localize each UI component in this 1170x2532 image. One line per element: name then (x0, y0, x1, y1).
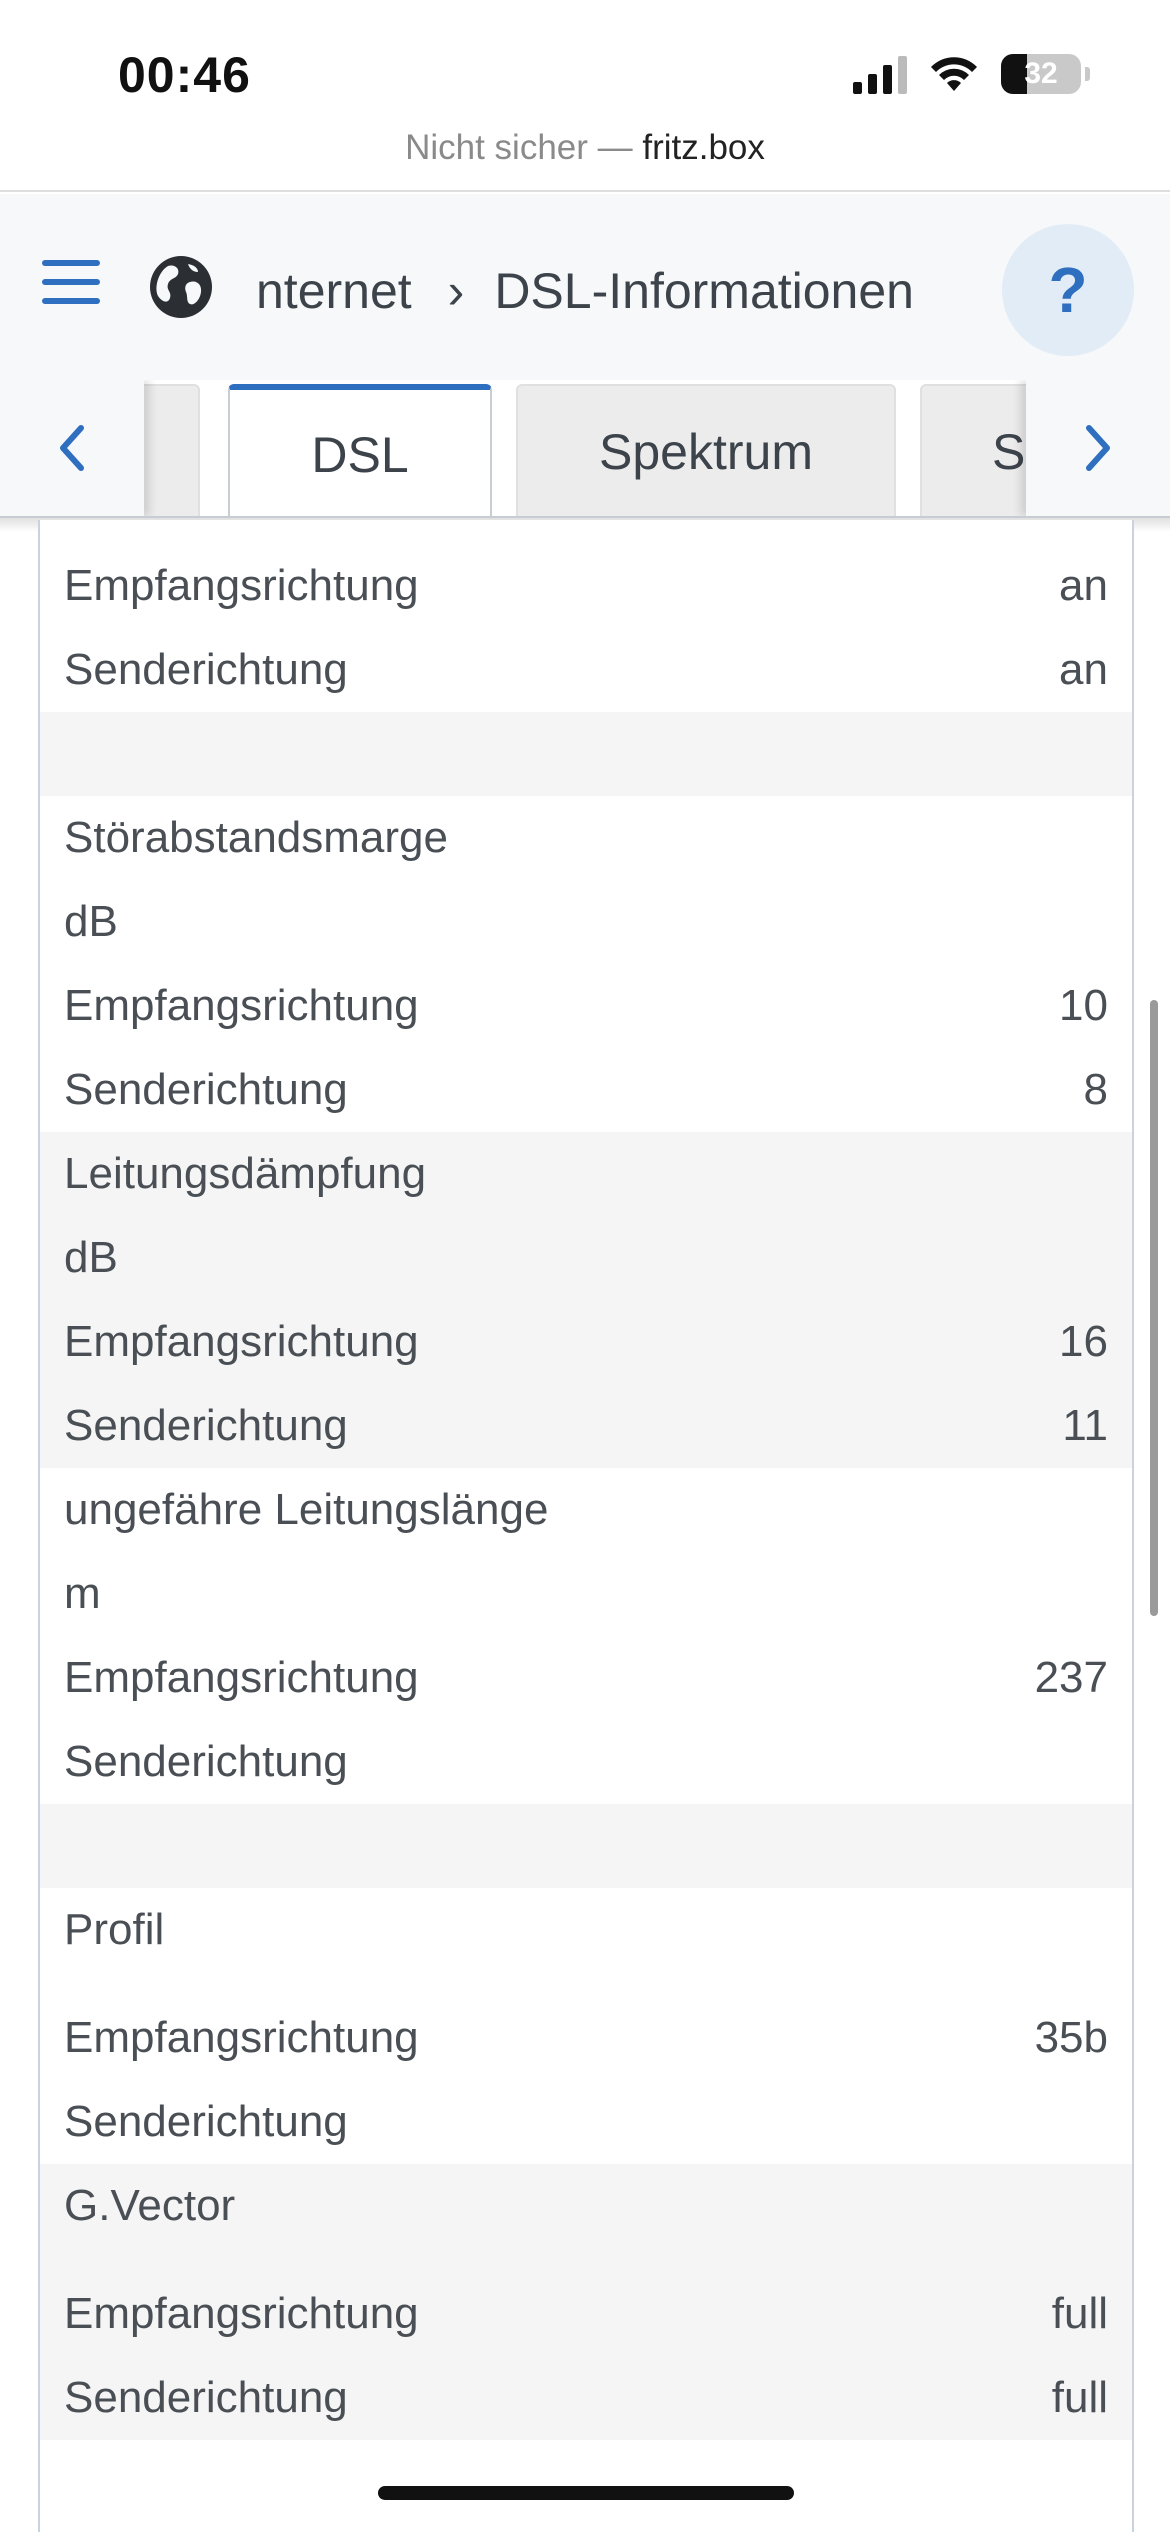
table-row: G.Vector (40, 2164, 1132, 2248)
row-value: 35b (1034, 2013, 1108, 2062)
table-row: Empfangsrichtung 237 (40, 1636, 1132, 1720)
home-indicator[interactable] (378, 2486, 794, 2500)
table-row: Senderichtung (40, 2080, 1132, 2164)
dsl-info-table: Empfangsrichtung an Senderichtung an Störa… (38, 520, 1134, 2532)
row-label: ungefähre Leitungslänge (64, 1485, 549, 1534)
tab-spektrum[interactable]: Spektrum (516, 384, 896, 516)
row-label: Profil (64, 1905, 165, 1954)
section-spacer (40, 712, 1132, 796)
tab-bar: icht DSL Spektrum Statist (0, 380, 1170, 518)
row-label: Senderichtung (64, 1401, 348, 1450)
table-row: Profil (40, 1888, 1132, 1972)
row-label: Senderichtung (64, 1737, 348, 1786)
clock: 00:46 (118, 47, 251, 103)
table-row: Empfangsrichtung full (40, 2272, 1132, 2356)
status-icons: 32 (853, 54, 1090, 94)
tabs-scroll-right-button[interactable] (1026, 380, 1170, 516)
table-row: Störabstandsmarge (40, 796, 1132, 880)
table-row: Senderichtung 11 (40, 1384, 1132, 1468)
row-label: Empfangsrichtung (64, 2289, 419, 2338)
table-row: Senderichtung an (40, 628, 1132, 712)
row-value: full (1051, 2289, 1108, 2338)
row-label: Empfangsrichtung (64, 1653, 419, 1702)
battery-icon: 32 (1001, 54, 1081, 94)
table-row: m (40, 1552, 1132, 1636)
app-header: nternet › DSL-Informationen ? (0, 194, 1170, 380)
row-label: Senderichtung (64, 645, 348, 694)
table-row: Senderichtung (40, 1720, 1132, 1804)
table-row: Empfangsrichtung 10 (40, 964, 1132, 1048)
row-value: 10 (1059, 981, 1108, 1030)
globe-icon[interactable] (146, 252, 216, 322)
scrollbar[interactable] (1150, 1000, 1158, 1616)
table-row: Empfangsrichtung 35b (40, 1996, 1132, 2080)
table-row: Empfangsrichtung an (40, 544, 1132, 628)
tab-spektrum-label: Spektrum (599, 424, 813, 480)
tab-dsl[interactable]: DSL (228, 384, 492, 516)
address-bar[interactable]: Nicht sicher — fritz.box (0, 128, 1170, 168)
chevron-left-icon (60, 425, 84, 471)
row-label: Senderichtung (64, 1065, 348, 1114)
table-row: Senderichtung full (40, 2356, 1132, 2440)
row-label: m (64, 1569, 101, 1618)
url-host: fritz.box (642, 128, 765, 167)
row-value: an (1059, 645, 1108, 694)
row-value: full (1051, 2373, 1108, 2422)
help-button[interactable]: ? (1002, 224, 1134, 356)
chevron-right-icon: › (447, 263, 465, 319)
row-label: Senderichtung (64, 2097, 348, 2146)
tab-dsl-label: DSL (311, 427, 409, 483)
row-value: 237 (1034, 1653, 1108, 1702)
row-label: Empfangsrichtung (64, 981, 419, 1030)
row-value: an (1059, 561, 1108, 610)
chevron-right-icon (1086, 425, 1110, 471)
tabs-scroll-left-button[interactable] (0, 380, 144, 516)
breadcrumb: nternet › DSL-Informationen (256, 262, 986, 320)
section-spacer (40, 1804, 1132, 1888)
row-label: Empfangsrichtung (64, 561, 419, 610)
row-label: Störabstandsmarge (64, 813, 448, 862)
status-bar: 00:46 32 Nicht sicher — fritz.box (0, 0, 1170, 192)
cellular-signal-icon (853, 54, 907, 94)
breadcrumb-current: DSL-Informationen (494, 263, 914, 319)
table-row: Leitungsdämpfung (40, 1132, 1132, 1216)
table-row: ungefähre Leitungslänge (40, 1468, 1132, 1552)
menu-icon[interactable] (42, 260, 100, 304)
row-label: Empfangsrichtung (64, 1317, 419, 1366)
row-label: Senderichtung (64, 2373, 348, 2422)
row-label: dB (64, 897, 118, 946)
table-row: dB (40, 880, 1132, 964)
wifi-icon (931, 57, 977, 91)
row-value: 11 (1062, 1401, 1108, 1450)
row-label: G.Vector (64, 2181, 236, 2230)
row-value: 16 (1059, 1317, 1108, 1366)
breadcrumb-parent[interactable]: nternet (256, 263, 412, 319)
table-row: dB (40, 1216, 1132, 1300)
tab-statistik-label: S (992, 424, 1026, 480)
row-label: dB (64, 1233, 118, 1282)
url-security-note: Nicht sicher — (405, 128, 643, 167)
row-label: Leitungsdämpfung (64, 1149, 427, 1198)
row-label: Empfangsrichtung (64, 2013, 419, 2062)
table-row: Senderichtung 8 (40, 1048, 1132, 1132)
row-value: 8 (1083, 1065, 1108, 1114)
battery-level: 32 (1024, 57, 1058, 90)
table-row: Empfangsrichtung 16 (40, 1300, 1132, 1384)
